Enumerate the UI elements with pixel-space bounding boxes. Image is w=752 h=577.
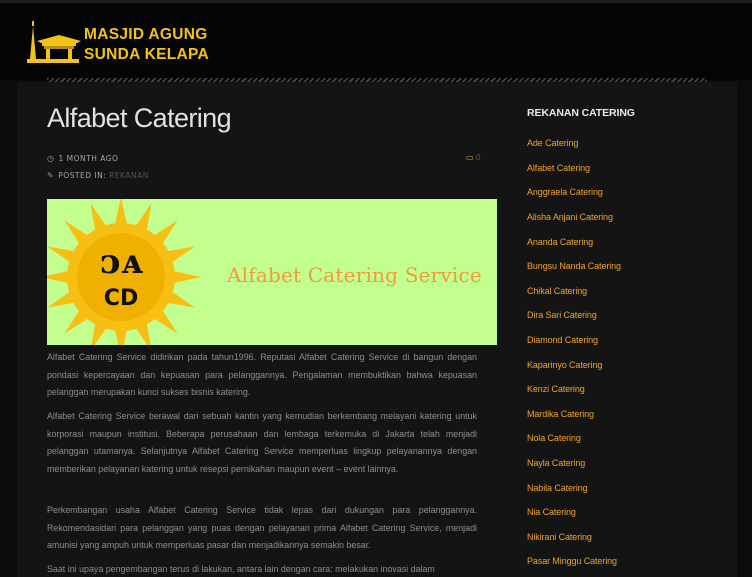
comment-count: 0 <box>475 153 481 162</box>
sidebar-link-ananda-catering[interactable]: Ananda Catering <box>527 237 593 247</box>
sidebar-item: Nia Catering <box>527 500 707 525</box>
site-title[interactable]: MASJID AGUNG SUNDA KELAPA <box>84 25 209 65</box>
sidebar-link-nola-catering[interactable]: Nola Catering <box>527 433 581 443</box>
pencil-icon: ✎ <box>47 171 55 180</box>
sidebar-link-anggraela-catering[interactable]: Anggraela Catering <box>527 187 603 197</box>
sun-logo-bottom-text: CD <box>104 286 138 311</box>
sidebar-item: Alfabet Catering <box>527 156 707 181</box>
featured-image: ᴐᴀ CD Alfabet Catering Service <box>47 199 497 345</box>
sidebar-item: Alisha Anjani Catering <box>527 205 707 230</box>
sun-logo-top-text: ᴐᴀ <box>100 242 144 282</box>
sidebar-link-chikal-catering[interactable]: Chikal Catering <box>527 286 587 296</box>
sidebar-link-kenzi-catering[interactable]: Kenzi Catering <box>527 384 585 394</box>
post-category: ✎ POSTED IN: REKANAN <box>47 171 149 180</box>
post-paragraph-4: Saat ini upaya pengembangan terus di lak… <box>47 564 435 574</box>
sidebar-link-mardika-catering[interactable]: Mardika Catering <box>527 409 594 419</box>
mosque-logo-icon[interactable] <box>25 19 81 65</box>
site-title-line2: SUNDA KELAPA <box>84 46 210 63</box>
sidebar-link-diamond-catering[interactable]: Diamond Catering <box>527 335 598 345</box>
sidebar-item: Pasar Minggu Catering <box>527 549 707 574</box>
sidebar-link-nikirani-catering[interactable]: Nikirani Catering <box>527 532 592 542</box>
featured-image-caption: Alfabet Catering Service <box>227 263 482 287</box>
sidebar-item: Anggraela Catering <box>527 180 707 205</box>
sidebar-link-alisha-anjani-catering[interactable]: Alisha Anjani Catering <box>527 212 613 222</box>
sidebar-item: Nabila Catering <box>527 475 707 500</box>
sidebar-item: Nayla Catering <box>527 451 707 476</box>
post-date: ◷ 1 MONTH AGO <box>47 154 118 163</box>
post-paragraph-3: Perkembangan usaha Alfabet Catering Serv… <box>47 505 477 550</box>
clock-icon: ◷ <box>47 154 55 163</box>
sidebar-link-ade-catering[interactable]: Ade Catering <box>527 138 578 148</box>
comment-icon: ▭ <box>466 153 474 162</box>
posted-in-label: POSTED IN: <box>58 171 107 180</box>
sidebar-list: Ade Catering Alfabet Catering Anggraela … <box>527 131 707 574</box>
sidebar-link-nayla-catering[interactable]: Nayla Catering <box>527 458 585 468</box>
sidebar-item: Kenzi Catering <box>527 377 707 402</box>
sidebar-item: Mardika Catering <box>527 402 707 427</box>
sidebar-item: Nola Catering <box>527 426 707 451</box>
sidebar-link-bungsu-nanda-catering[interactable]: Bungsu Nanda Catering <box>527 261 621 271</box>
sidebar-item: Bungsu Nanda Catering <box>527 254 707 279</box>
sidebar-link-alfabet-catering[interactable]: Alfabet Catering <box>527 163 590 173</box>
post-paragraph-1: Alfabet Catering Service didirikan pada … <box>47 352 477 397</box>
sidebar-link-pasar-minggu-catering[interactable]: Pasar Minggu Catering <box>527 556 617 566</box>
sidebar-item: Dira Sari Catering <box>527 303 707 328</box>
post-title: Alfabet Catering <box>47 103 232 133</box>
sidebar-link-kaparinyo-catering[interactable]: Kaparinyo Catering <box>527 360 602 370</box>
post-date-text: 1 MONTH AGO <box>58 154 119 163</box>
category-link[interactable]: REKANAN <box>109 171 149 180</box>
sidebar-item: Ananda Catering <box>527 229 707 254</box>
sidebar-item: Diamond Catering <box>527 328 707 353</box>
post-paragraph-2: Alfabet Catering Service berawal dari se… <box>47 411 477 474</box>
sidebar-item: Chikal Catering <box>527 279 707 304</box>
sidebar-item: Nikirani Catering <box>527 525 707 550</box>
site-title-line1: MASJID AGUNG <box>84 26 208 43</box>
sidebar-link-nia-catering[interactable]: Nia Catering <box>527 507 576 517</box>
site-header: MASJID AGUNG SUNDA KELAPA <box>0 0 752 84</box>
sidebar-item: Kaparinyo Catering <box>527 352 707 377</box>
sidebar-item: Ade Catering <box>527 131 707 156</box>
sidebar-link-dira-sari-catering[interactable]: Dira Sari Catering <box>527 310 597 320</box>
sidebar-title: REKANAN CATERING <box>527 107 635 119</box>
sidebar-link-nabila-catering[interactable]: Nabila Catering <box>527 483 588 493</box>
comments-link[interactable]: ▭ 0 <box>466 153 481 162</box>
